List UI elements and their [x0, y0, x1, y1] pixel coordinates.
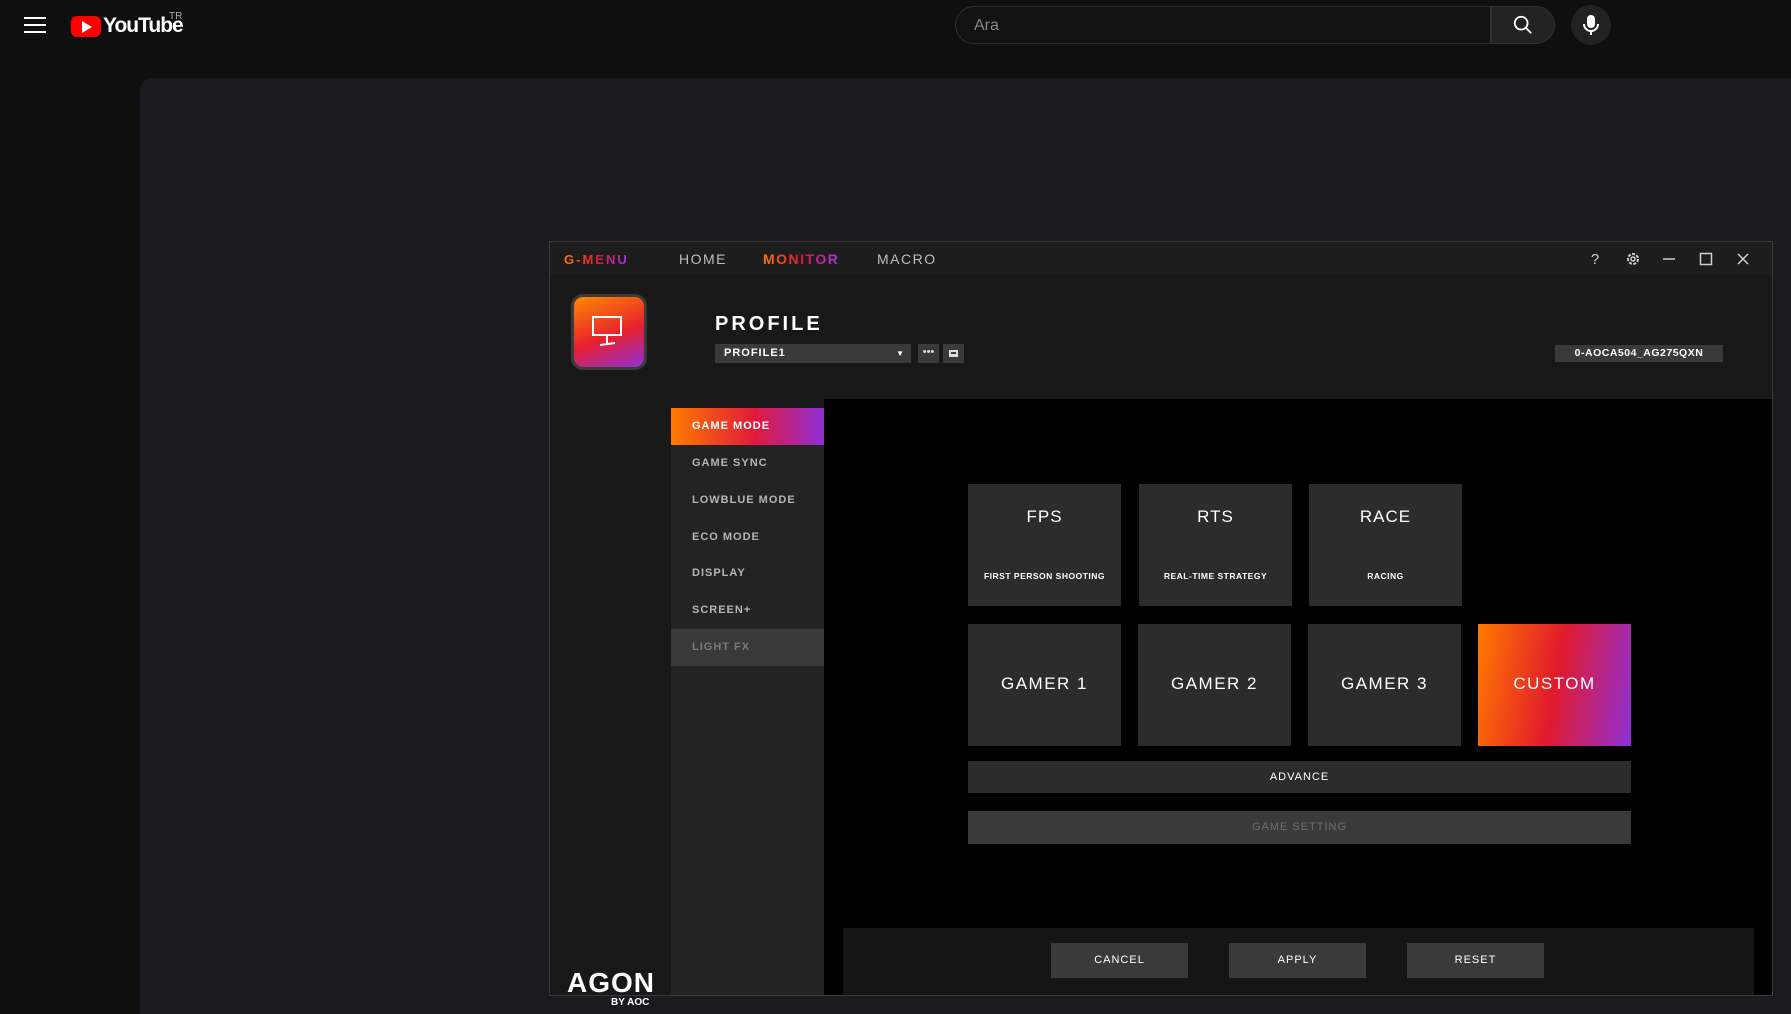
country-code: TR [169, 11, 183, 22]
profile-selected-value: PROFILE1 [724, 347, 786, 359]
youtube-logo[interactable]: YouTube [71, 14, 184, 38]
youtube-play-icon [71, 15, 101, 37]
mode-subtitle: FIRST PERSON SHOOTING [983, 571, 1105, 581]
reset-button[interactable]: RESET [1407, 943, 1544, 978]
gmenu-window: G-MENU HOME MONITOR MACRO ? AGON BY AOC [549, 241, 1773, 1008]
mode-title: CUSTOM [1513, 674, 1596, 693]
search-box [955, 6, 1491, 45]
close-icon[interactable] [1732, 249, 1754, 269]
profile-dropdown[interactable]: PROFILE1 ▼ [715, 344, 911, 363]
sidebar-item-game-sync[interactable]: GAME SYNC [671, 445, 824, 482]
menu-icon[interactable] [24, 17, 46, 35]
mode-tile-gamer-2[interactable]: GAMER 2 [1138, 624, 1291, 746]
search-input[interactable] [972, 7, 1476, 45]
youtube-header: YouTube TR [0, 0, 1791, 56]
mode-title: RTS [1197, 507, 1234, 526]
mode-title: GAMER 2 [1170, 674, 1259, 693]
mode-subtitle: RACING [1367, 571, 1404, 581]
game-mode-panel: FPS FIRST PERSON SHOOTING RTS REAL-TIME … [824, 399, 1772, 995]
mode-tile-race[interactable]: RACE RACING [1309, 484, 1462, 606]
sidebar-item-eco-mode[interactable]: ECO MODE [671, 519, 824, 556]
gmenu-logo: G-MENU [564, 252, 629, 267]
sidebar-item-screen-plus[interactable]: SCREEN+ [671, 592, 824, 629]
mode-title: GAMER 1 [1000, 674, 1089, 693]
search-icon [1513, 15, 1532, 34]
mode-title: GAMER 3 [1340, 674, 1429, 693]
aoc-logo: BY AOC [611, 997, 650, 1008]
sidebar-item-game-mode[interactable]: GAME MODE [671, 408, 824, 445]
mode-tile-gamer-3[interactable]: GAMER 3 [1308, 624, 1461, 746]
agon-logo: AGON [567, 967, 655, 998]
mode-title: RACE [1359, 507, 1412, 526]
advance-button[interactable]: ADVANCE [968, 761, 1631, 793]
search-button[interactable] [1491, 6, 1555, 44]
save-icon [949, 350, 958, 357]
profile-header: PROFILE PROFILE1 ▼ ••• 0-AOCA504_AG275QX… [671, 275, 1772, 399]
more-options-button[interactable]: ••• [918, 344, 939, 363]
nav-macro[interactable]: MACRO [877, 251, 937, 267]
monitor-icon [592, 316, 622, 346]
nav-monitor[interactable]: MONITOR [763, 251, 839, 267]
left-rail: AGON BY AOC [550, 275, 671, 1008]
title-bar: G-MENU HOME MONITOR MACRO ? [550, 242, 1772, 276]
sidebar-item-lowblue-mode[interactable]: LOWBLUE MODE [671, 482, 824, 519]
apply-button[interactable]: APPLY [1229, 943, 1366, 978]
monitor-id-badge: 0-AOCA504_AG275QXN [1555, 345, 1723, 362]
gear-icon[interactable] [1622, 249, 1644, 269]
monitor-app-icon [571, 294, 647, 370]
mode-tile-rts[interactable]: RTS REAL-TIME STRATEGY [1139, 484, 1292, 606]
cancel-button[interactable]: CANCEL [1051, 943, 1188, 978]
sidebar-item-display[interactable]: DISPLAY [671, 555, 824, 592]
minimize-icon[interactable] [1658, 249, 1680, 269]
save-profile-button[interactable] [943, 344, 964, 363]
microphone-icon [1583, 15, 1599, 35]
profile-title: PROFILE [715, 313, 823, 335]
mode-tile-gamer-1[interactable]: GAMER 1 [968, 624, 1121, 746]
maximize-icon[interactable] [1695, 249, 1717, 269]
ellipsis-icon: ••• [922, 346, 935, 358]
mode-subtitle: REAL-TIME STRATEGY [1163, 571, 1268, 581]
help-icon[interactable]: ? [1584, 249, 1606, 269]
game-setting-button[interactable]: GAME SETTING [968, 811, 1631, 844]
sidebar-item-light-fx[interactable]: LIGHT FX [671, 629, 824, 666]
footer-bar: CANCEL APPLY RESET [843, 928, 1754, 995]
sidebar: GAME MODE GAME SYNC LOWBLUE MODE ECO MOD… [671, 408, 824, 995]
nav-home[interactable]: HOME [679, 251, 727, 267]
voice-search-button[interactable] [1571, 5, 1611, 45]
mode-tile-custom[interactable]: CUSTOM [1478, 624, 1631, 746]
chevron-down-icon: ▼ [896, 349, 905, 358]
mode-title: FPS [1026, 507, 1063, 526]
mode-tile-fps[interactable]: FPS FIRST PERSON SHOOTING [968, 484, 1121, 606]
